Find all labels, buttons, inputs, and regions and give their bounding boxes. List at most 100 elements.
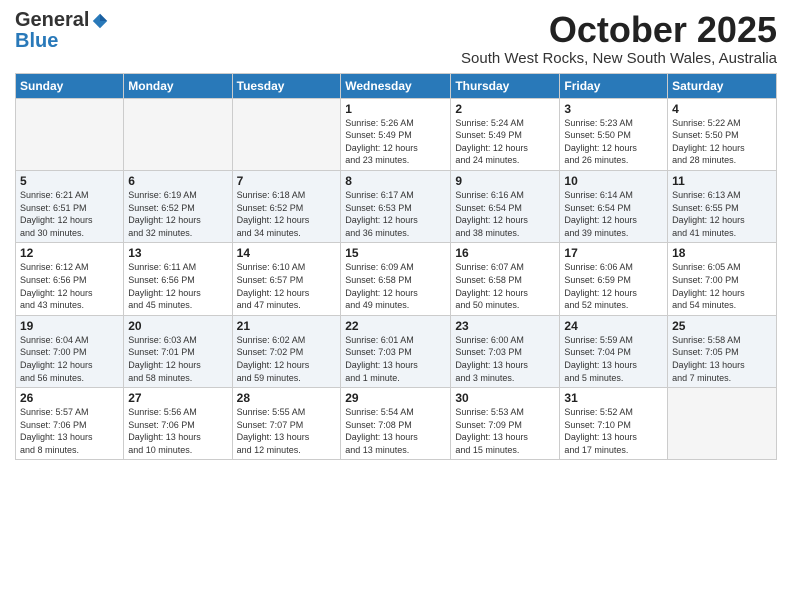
day-number: 7 — [237, 174, 337, 188]
day-number: 28 — [237, 391, 337, 405]
calendar-cell: 17Sunrise: 6:06 AMSunset: 6:59 PMDayligh… — [560, 243, 668, 315]
calendar-week-4: 19Sunrise: 6:04 AMSunset: 7:00 PMDayligh… — [16, 315, 777, 387]
day-info: Sunrise: 5:22 AMSunset: 5:50 PMDaylight:… — [672, 117, 772, 167]
calendar-cell: 22Sunrise: 6:01 AMSunset: 7:03 PMDayligh… — [341, 315, 451, 387]
day-info: Sunrise: 6:00 AMSunset: 7:03 PMDaylight:… — [455, 334, 555, 384]
calendar-cell: 13Sunrise: 6:11 AMSunset: 6:56 PMDayligh… — [124, 243, 232, 315]
day-number: 14 — [237, 246, 337, 260]
calendar-cell: 16Sunrise: 6:07 AMSunset: 6:58 PMDayligh… — [451, 243, 560, 315]
day-info: Sunrise: 5:59 AMSunset: 7:04 PMDaylight:… — [564, 334, 663, 384]
title-area: October 2025 South West Rocks, New South… — [461, 10, 777, 67]
calendar-cell: 27Sunrise: 5:56 AMSunset: 7:06 PMDayligh… — [124, 388, 232, 460]
day-info: Sunrise: 5:23 AMSunset: 5:50 PMDaylight:… — [564, 117, 663, 167]
day-info: Sunrise: 6:17 AMSunset: 6:53 PMDaylight:… — [345, 189, 446, 239]
day-info: Sunrise: 6:04 AMSunset: 7:00 PMDaylight:… — [20, 334, 119, 384]
header-day-wednesday: Wednesday — [341, 73, 451, 98]
day-info: Sunrise: 5:58 AMSunset: 7:05 PMDaylight:… — [672, 334, 772, 384]
day-info: Sunrise: 6:13 AMSunset: 6:55 PMDaylight:… — [672, 189, 772, 239]
calendar-cell: 8Sunrise: 6:17 AMSunset: 6:53 PMDaylight… — [341, 170, 451, 242]
calendar-week-5: 26Sunrise: 5:57 AMSunset: 7:06 PMDayligh… — [16, 388, 777, 460]
calendar-cell: 12Sunrise: 6:12 AMSunset: 6:56 PMDayligh… — [16, 243, 124, 315]
calendar-cell: 24Sunrise: 5:59 AMSunset: 7:04 PMDayligh… — [560, 315, 668, 387]
calendar-week-2: 5Sunrise: 6:21 AMSunset: 6:51 PMDaylight… — [16, 170, 777, 242]
day-info: Sunrise: 5:54 AMSunset: 7:08 PMDaylight:… — [345, 406, 446, 456]
page: General Blue October 2025 South West Roc… — [0, 0, 792, 612]
calendar-cell: 10Sunrise: 6:14 AMSunset: 6:54 PMDayligh… — [560, 170, 668, 242]
day-number: 5 — [20, 174, 119, 188]
day-number: 17 — [564, 246, 663, 260]
day-number: 24 — [564, 319, 663, 333]
day-info: Sunrise: 6:12 AMSunset: 6:56 PMDaylight:… — [20, 261, 119, 311]
logo-area: General Blue — [15, 10, 109, 51]
calendar-cell: 18Sunrise: 6:05 AMSunset: 7:00 PMDayligh… — [668, 243, 777, 315]
calendar-cell: 29Sunrise: 5:54 AMSunset: 7:08 PMDayligh… — [341, 388, 451, 460]
calendar-cell: 2Sunrise: 5:24 AMSunset: 5:49 PMDaylight… — [451, 98, 560, 170]
subtitle: South West Rocks, New South Wales, Austr… — [461, 50, 777, 67]
day-info: Sunrise: 5:52 AMSunset: 7:10 PMDaylight:… — [564, 406, 663, 456]
calendar-cell: 19Sunrise: 6:04 AMSunset: 7:00 PMDayligh… — [16, 315, 124, 387]
day-info: Sunrise: 6:01 AMSunset: 7:03 PMDaylight:… — [345, 334, 446, 384]
calendar-cell: 5Sunrise: 6:21 AMSunset: 6:51 PMDaylight… — [16, 170, 124, 242]
day-info: Sunrise: 6:09 AMSunset: 6:58 PMDaylight:… — [345, 261, 446, 311]
day-info: Sunrise: 6:03 AMSunset: 7:01 PMDaylight:… — [128, 334, 227, 384]
header-day-friday: Friday — [560, 73, 668, 98]
day-number: 20 — [128, 319, 227, 333]
calendar-cell — [668, 388, 777, 460]
calendar-cell: 15Sunrise: 6:09 AMSunset: 6:58 PMDayligh… — [341, 243, 451, 315]
calendar-table: SundayMondayTuesdayWednesdayThursdayFrid… — [15, 73, 777, 461]
calendar-cell: 7Sunrise: 6:18 AMSunset: 6:52 PMDaylight… — [232, 170, 341, 242]
day-info: Sunrise: 6:02 AMSunset: 7:02 PMDaylight:… — [237, 334, 337, 384]
header-day-monday: Monday — [124, 73, 232, 98]
calendar-cell: 1Sunrise: 5:26 AMSunset: 5:49 PMDaylight… — [341, 98, 451, 170]
day-number: 31 — [564, 391, 663, 405]
day-info: Sunrise: 5:53 AMSunset: 7:09 PMDaylight:… — [455, 406, 555, 456]
day-info: Sunrise: 6:14 AMSunset: 6:54 PMDaylight:… — [564, 189, 663, 239]
day-number: 16 — [455, 246, 555, 260]
day-number: 30 — [455, 391, 555, 405]
day-number: 6 — [128, 174, 227, 188]
day-number: 23 — [455, 319, 555, 333]
month-title: October 2025 — [461, 10, 777, 50]
day-info: Sunrise: 6:16 AMSunset: 6:54 PMDaylight:… — [455, 189, 555, 239]
calendar-cell: 3Sunrise: 5:23 AMSunset: 5:50 PMDaylight… — [560, 98, 668, 170]
day-number: 22 — [345, 319, 446, 333]
logo-general-text: General — [15, 9, 89, 31]
calendar-cell — [16, 98, 124, 170]
day-number: 25 — [672, 319, 772, 333]
day-number: 3 — [564, 102, 663, 116]
day-number: 27 — [128, 391, 227, 405]
day-number: 26 — [20, 391, 119, 405]
day-info: Sunrise: 6:07 AMSunset: 6:58 PMDaylight:… — [455, 261, 555, 311]
day-number: 10 — [564, 174, 663, 188]
day-info: Sunrise: 5:24 AMSunset: 5:49 PMDaylight:… — [455, 117, 555, 167]
calendar-cell: 31Sunrise: 5:52 AMSunset: 7:10 PMDayligh… — [560, 388, 668, 460]
calendar-cell: 4Sunrise: 5:22 AMSunset: 5:50 PMDaylight… — [668, 98, 777, 170]
calendar-cell: 9Sunrise: 6:16 AMSunset: 6:54 PMDaylight… — [451, 170, 560, 242]
calendar-cell — [124, 98, 232, 170]
logo: General Blue — [15, 10, 109, 51]
day-info: Sunrise: 6:10 AMSunset: 6:57 PMDaylight:… — [237, 261, 337, 311]
header-row: SundayMondayTuesdayWednesdayThursdayFrid… — [16, 73, 777, 98]
calendar-week-1: 1Sunrise: 5:26 AMSunset: 5:49 PMDaylight… — [16, 98, 777, 170]
calendar-cell: 6Sunrise: 6:19 AMSunset: 6:52 PMDaylight… — [124, 170, 232, 242]
day-number: 11 — [672, 174, 772, 188]
day-number: 1 — [345, 102, 446, 116]
calendar-cell: 26Sunrise: 5:57 AMSunset: 7:06 PMDayligh… — [16, 388, 124, 460]
calendar-cell: 14Sunrise: 6:10 AMSunset: 6:57 PMDayligh… — [232, 243, 341, 315]
day-info: Sunrise: 5:57 AMSunset: 7:06 PMDaylight:… — [20, 406, 119, 456]
logo-icon — [91, 12, 109, 30]
day-number: 8 — [345, 174, 446, 188]
calendar-cell: 28Sunrise: 5:55 AMSunset: 7:07 PMDayligh… — [232, 388, 341, 460]
day-number: 18 — [672, 246, 772, 260]
day-number: 9 — [455, 174, 555, 188]
calendar-cell: 30Sunrise: 5:53 AMSunset: 7:09 PMDayligh… — [451, 388, 560, 460]
calendar-cell: 20Sunrise: 6:03 AMSunset: 7:01 PMDayligh… — [124, 315, 232, 387]
day-info: Sunrise: 5:55 AMSunset: 7:07 PMDaylight:… — [237, 406, 337, 456]
day-number: 2 — [455, 102, 555, 116]
day-number: 12 — [20, 246, 119, 260]
calendar-cell: 25Sunrise: 5:58 AMSunset: 7:05 PMDayligh… — [668, 315, 777, 387]
header-day-tuesday: Tuesday — [232, 73, 341, 98]
day-info: Sunrise: 6:06 AMSunset: 6:59 PMDaylight:… — [564, 261, 663, 311]
calendar-cell: 23Sunrise: 6:00 AMSunset: 7:03 PMDayligh… — [451, 315, 560, 387]
day-info: Sunrise: 5:56 AMSunset: 7:06 PMDaylight:… — [128, 406, 227, 456]
